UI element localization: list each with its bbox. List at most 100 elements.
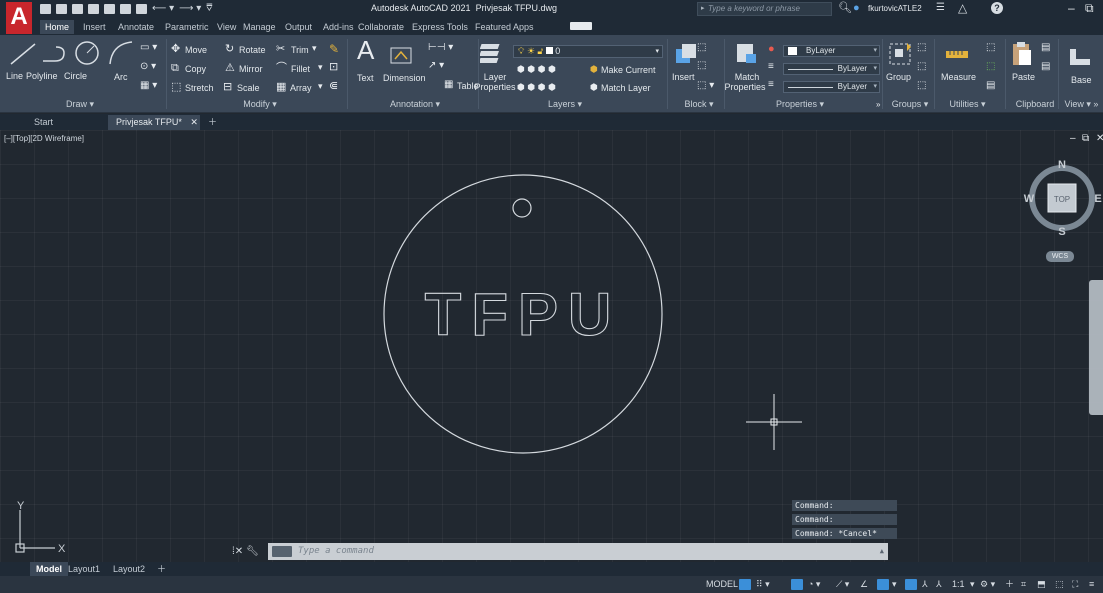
- view-panel-title[interactable]: View ▾ »: [1060, 98, 1103, 111]
- fillet-tool[interactable]: Fillet: [291, 64, 310, 74]
- search-icon[interactable]: 🔍︎: [838, 2, 852, 14]
- arc-icon[interactable]: [106, 38, 136, 68]
- customization-icon[interactable]: ≡: [1089, 579, 1094, 590]
- tab-layout1[interactable]: Layout1: [62, 562, 106, 576]
- command-history-toggle-icon[interactable]: ▲: [880, 543, 884, 560]
- command-input[interactable]: Type a command ▲: [268, 543, 888, 560]
- file-tab-start[interactable]: Start: [8, 115, 106, 130]
- navigation-bar[interactable]: [1089, 280, 1103, 415]
- layer-properties-label-1[interactable]: Layer: [478, 72, 512, 82]
- workspace-gear-icon[interactable]: ⚙ ▾: [980, 579, 995, 590]
- linear-dimension-icon[interactable]: ⊢⊣ ▾: [428, 43, 453, 53]
- layers-panel-title[interactable]: Layers ▾: [530, 98, 600, 111]
- add-layout-icon[interactable]: ＋: [151, 562, 172, 576]
- polar-tracking-icon[interactable]: ◔ ▾: [808, 579, 820, 590]
- viewcube-top-face[interactable]: TOP: [1054, 195, 1070, 204]
- object-snap-tracking-icon[interactable]: ∠: [860, 579, 868, 590]
- help-search-input[interactable]: ▸ Type a keyword or phrase: [697, 2, 832, 16]
- search-expand-icon[interactable]: ▸: [701, 3, 705, 15]
- utilities-panel-title[interactable]: Utilities ▾: [940, 98, 995, 111]
- trim-dropdown-icon[interactable]: ▾: [312, 44, 317, 53]
- drawing-canvas[interactable]: [–][Top][2D Wireframe] – ⧉ ✕ TFPU Y X TO…: [0, 130, 1103, 588]
- line-icon[interactable]: [8, 41, 38, 67]
- close-command-line-icon[interactable]: ⁞✕: [232, 546, 243, 557]
- viewcube-south[interactable]: S: [1058, 226, 1065, 238]
- cut-icon[interactable]: ▤: [1041, 43, 1050, 53]
- hatch-icon[interactable]: ▦ ▾: [140, 81, 157, 91]
- save-icon[interactable]: [72, 4, 83, 14]
- leader-icon[interactable]: ↗ ▾: [428, 61, 444, 71]
- clipboard-panel-title[interactable]: Clipboard: [1005, 98, 1065, 111]
- move-tool[interactable]: Move: [185, 45, 207, 55]
- make-current-tool[interactable]: Make Current: [601, 65, 656, 75]
- annotation-scale-value[interactable]: 1:1: [952, 579, 965, 590]
- autodesk-app-store-icon[interactable]: ☰: [936, 2, 945, 13]
- color-dropdown[interactable]: ByLayer ▾: [783, 45, 880, 57]
- annotation-visibility-icon[interactable]: [905, 579, 917, 590]
- ungroup-icon[interactable]: ⬚: [917, 43, 926, 53]
- ortho-icon[interactable]: [791, 579, 803, 590]
- match-layer-tool[interactable]: Match Layer: [601, 83, 651, 93]
- copy-clip-icon[interactable]: ▤: [1041, 62, 1050, 72]
- keychain-hole-circle[interactable]: [512, 198, 532, 218]
- text-tool[interactable]: Text: [357, 73, 374, 83]
- point-style-icon[interactable]: ⬚: [986, 62, 995, 72]
- trim-tool[interactable]: Trim: [291, 45, 309, 55]
- line-tool[interactable]: Line: [6, 71, 23, 81]
- calculator-icon[interactable]: ▤: [986, 81, 995, 91]
- annotation-scale-icon[interactable]: ⅄: [936, 579, 942, 590]
- redo-icon[interactable]: ⟶ ▾: [179, 4, 201, 14]
- snap-mode-icon[interactable]: ⠿ ▾: [756, 579, 770, 590]
- model-space-toggle[interactable]: MODEL: [706, 579, 738, 590]
- tab-home[interactable]: Home: [40, 20, 75, 34]
- paste-tool[interactable]: Paste: [1012, 72, 1035, 82]
- annotation-scale-dropdown-icon[interactable]: ▾: [970, 579, 975, 590]
- tab-view[interactable]: View: [212, 20, 241, 34]
- restore-icon[interactable]: ⧉: [1085, 1, 1094, 16]
- auto-scale-icon[interactable]: ⅄: [922, 579, 928, 590]
- ellipse-icon[interactable]: ⊙ ▾: [140, 62, 156, 72]
- group-edit-icon[interactable]: ⬚: [917, 62, 926, 72]
- isodraft-icon[interactable]: ⟋ ▾: [836, 579, 849, 590]
- fullscreen-icon[interactable]: ⛶: [1072, 579, 1078, 590]
- erase-icon[interactable]: ✎: [329, 43, 339, 55]
- polyline-tool[interactable]: Polyline: [26, 71, 58, 81]
- tab-collaborate[interactable]: Collaborate: [353, 20, 409, 34]
- grid-icon[interactable]: [739, 579, 751, 590]
- groups-panel-title[interactable]: Groups ▾: [885, 98, 935, 111]
- match-properties-label-2[interactable]: Properties: [723, 82, 767, 92]
- base-tool[interactable]: Base: [1071, 75, 1092, 85]
- new-file-icon[interactable]: [40, 4, 51, 14]
- quick-select-icon[interactable]: ⬚: [986, 43, 995, 53]
- print-icon[interactable]: [136, 4, 147, 14]
- recent-commands-icon[interactable]: [272, 546, 292, 557]
- tab-output[interactable]: Output: [280, 20, 317, 34]
- copy-tool[interactable]: Copy: [185, 64, 206, 74]
- customize-qat-icon[interactable]: ⩢: [206, 4, 212, 14]
- explode-icon[interactable]: ⊡: [329, 62, 338, 73]
- quick-properties-icon[interactable]: ⬒: [1037, 579, 1046, 590]
- layer-properties-label-2[interactable]: Properties: [474, 82, 516, 92]
- properties-panel-title[interactable]: Properties ▾: [765, 98, 835, 111]
- scale-tool[interactable]: Scale: [237, 83, 260, 93]
- block-panel-title[interactable]: Block ▾: [674, 98, 724, 111]
- group-tool[interactable]: Group: [886, 72, 911, 82]
- user-name[interactable]: fkurtovicATLE2: [868, 4, 922, 13]
- edit-attributes-icon[interactable]: ⬚ ▾: [697, 81, 714, 91]
- isolate-objects-icon[interactable]: ⬚: [1055, 579, 1064, 590]
- annotation-panel-title[interactable]: Annotation ▾: [370, 98, 460, 111]
- tab-layout2[interactable]: Layout2: [107, 562, 151, 576]
- undo-icon[interactable]: ⟵ ▾: [152, 4, 174, 14]
- fillet-dropdown-icon[interactable]: ▾: [318, 63, 323, 72]
- annotation-monitor-icon[interactable]: ＋: [1005, 579, 1014, 590]
- match-properties-label-1[interactable]: Match: [730, 72, 764, 82]
- viewcube[interactable]: TOP N S W E: [1022, 158, 1102, 238]
- edit-block-icon[interactable]: ⬚: [697, 61, 706, 71]
- tab-featured-apps[interactable]: Featured Apps: [470, 20, 539, 34]
- tab-express-tools[interactable]: Express Tools: [407, 20, 473, 34]
- circle-tool[interactable]: Circle: [64, 71, 87, 81]
- draw-panel-title[interactable]: Draw ▾: [40, 98, 120, 111]
- lineweight-dropdown[interactable]: ByLayer ▾: [783, 63, 880, 75]
- layer-dropdown[interactable]: 💡︎ ☀ 🔓︎ 0 ▾: [513, 45, 663, 58]
- rotate-tool[interactable]: Rotate: [239, 45, 266, 55]
